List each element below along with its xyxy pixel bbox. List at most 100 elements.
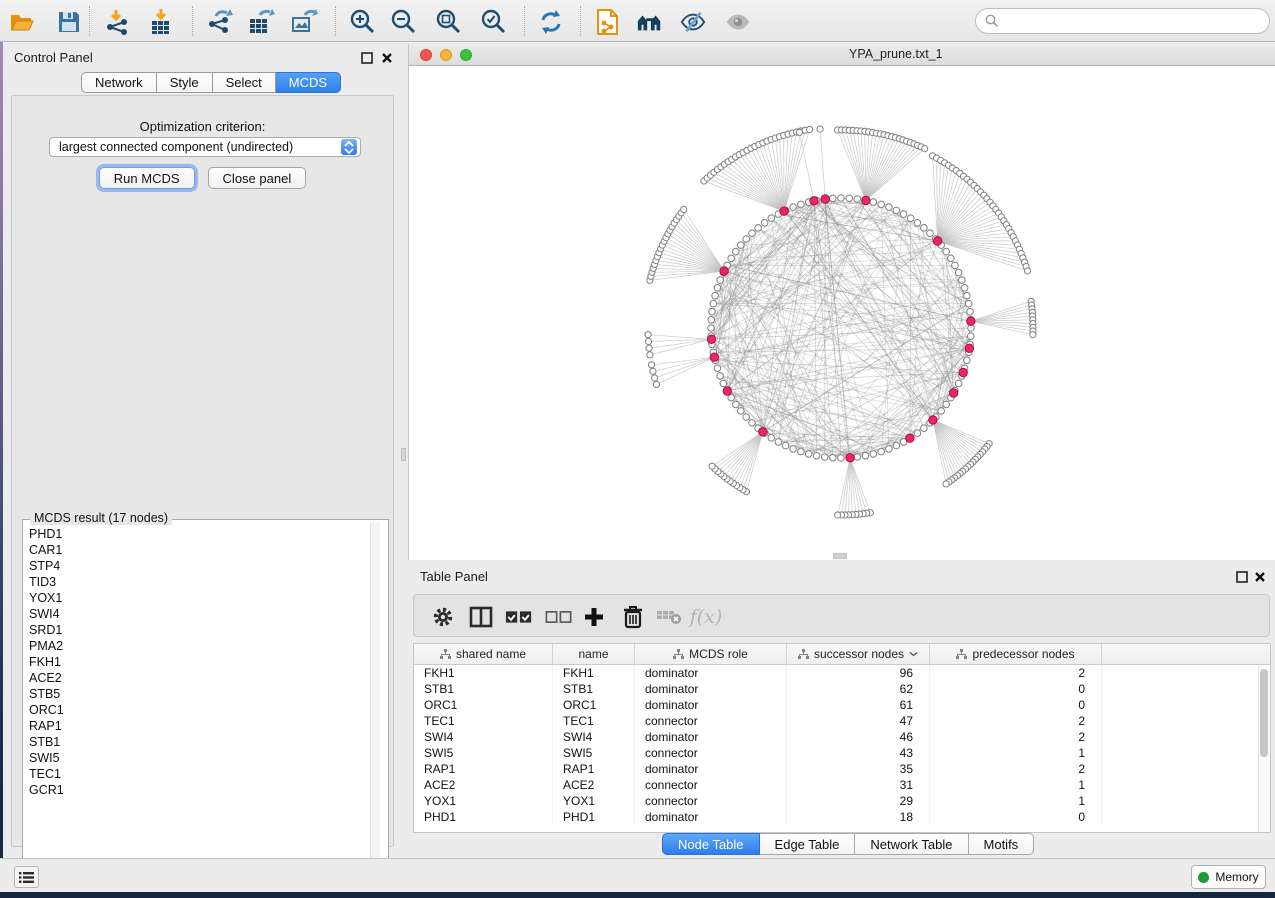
- mcds-result-item[interactable]: RAP1: [25, 718, 373, 734]
- zoom-in-icon[interactable]: [349, 8, 377, 36]
- task-history-button[interactable]: [14, 866, 39, 888]
- save-session-icon[interactable]: [55, 8, 83, 36]
- cell-predecessor-nodes: 0: [930, 697, 1102, 713]
- table-row-yox1[interactable]: YOX1YOX1connector291: [414, 793, 1270, 809]
- hide-selection-eye-icon[interactable]: [679, 8, 707, 36]
- table-options-gear-icon[interactable]: [429, 603, 457, 631]
- search-icon: [985, 14, 999, 28]
- mcds-result-item[interactable]: PMA2: [25, 638, 373, 654]
- network-canvas[interactable]: [409, 66, 1275, 560]
- tab-mcds[interactable]: MCDS: [276, 72, 341, 93]
- float-table-panel-icon[interactable]: [1236, 570, 1249, 583]
- column-layout-icon[interactable]: [467, 603, 495, 631]
- canvas-splitter-handle[interactable]: [833, 553, 847, 559]
- export-image-icon[interactable]: [290, 8, 318, 36]
- tab-network-table[interactable]: Network Table: [855, 833, 968, 855]
- table-row-rap1[interactable]: RAP1RAP1dominator352: [414, 761, 1270, 777]
- delete-table-icon[interactable]: [655, 603, 683, 631]
- mcds-result-item[interactable]: STP4: [25, 558, 373, 574]
- splitter-handle[interactable]: [401, 448, 406, 461]
- table-row-ace2[interactable]: ACE2ACE2connector311: [414, 777, 1270, 793]
- column-header-mcds-role[interactable]: MCDS role: [635, 644, 787, 664]
- show-all-eye-icon[interactable]: [724, 8, 752, 36]
- maximize-window-icon[interactable]: [460, 49, 472, 61]
- toolbar-separator: [89, 6, 90, 36]
- search-network-icon[interactable]: [636, 8, 664, 36]
- select-all-icon[interactable]: [505, 603, 533, 631]
- mcds-result-item[interactable]: CAR1: [25, 542, 373, 558]
- export-network-icon[interactable]: [206, 8, 234, 36]
- network-search-box[interactable]: [975, 8, 1270, 34]
- table-row-orc1[interactable]: ORC1ORC1dominator610: [414, 697, 1270, 713]
- mcds-result-item[interactable]: YOX1: [25, 590, 373, 606]
- tab-network[interactable]: Network: [81, 72, 157, 93]
- tab-select[interactable]: Select: [213, 72, 276, 93]
- close-window-icon[interactable]: [420, 49, 432, 61]
- vertical-splitter[interactable]: [400, 42, 408, 858]
- table-row-swi4[interactable]: SWI4SWI4dominator462: [414, 729, 1270, 745]
- tab-node-table[interactable]: Node Table: [662, 833, 760, 855]
- cell-shared-name: STB1: [414, 681, 553, 697]
- toolbar-separator: [524, 6, 525, 36]
- cell-shared-name: PHD1: [414, 809, 553, 825]
- share-document-icon[interactable]: [594, 8, 622, 36]
- mcds-result-item[interactable]: TEC1: [25, 766, 373, 782]
- export-table-icon[interactable]: [247, 8, 275, 36]
- criterion-select-value: largest connected component (undirected): [59, 140, 341, 154]
- tab-edge-table[interactable]: Edge Table: [760, 833, 856, 855]
- mcds-result-item[interactable]: ACE2: [25, 670, 373, 686]
- network-graph[interactable]: [409, 66, 1275, 560]
- zoom-selected-icon[interactable]: [480, 8, 508, 36]
- mcds-result-item[interactable]: TID3: [25, 574, 373, 590]
- function-builder-icon[interactable]: f(x): [692, 603, 720, 631]
- cell-shared-name: ACE2: [414, 777, 553, 793]
- tab-style[interactable]: Style: [157, 72, 213, 93]
- add-column-plus-icon[interactable]: [580, 603, 608, 631]
- mcds-result-item[interactable]: SWI5: [25, 750, 373, 766]
- mcds-result-item[interactable]: ORC1: [25, 702, 373, 718]
- column-header-name[interactable]: name: [553, 644, 635, 664]
- sort-desc-icon: [909, 651, 918, 657]
- mcds-result-item[interactable]: FKH1: [25, 654, 373, 670]
- minimize-window-icon[interactable]: [440, 49, 452, 61]
- zoom-fit-icon[interactable]: [435, 8, 463, 36]
- network-window-titlebar[interactable]: YPA_prune.txt_1: [409, 44, 1275, 66]
- zoom-out-icon[interactable]: [390, 8, 418, 36]
- open-file-icon[interactable]: [8, 8, 36, 36]
- mcds-result-item[interactable]: STB1: [25, 734, 373, 750]
- cell-predecessor-nodes: 1: [930, 777, 1102, 793]
- table-row-stb1[interactable]: STB1STB1dominator620: [414, 681, 1270, 697]
- mcds-result-item[interactable]: PHD1: [25, 526, 373, 542]
- table-scrollbar[interactable]: [1258, 666, 1269, 832]
- table-panel-title: Table Panel: [420, 569, 488, 584]
- close-panel-icon[interactable]: [381, 51, 394, 64]
- criterion-select[interactable]: largest connected component (undirected): [49, 137, 361, 157]
- close-table-panel-icon[interactable]: [1254, 570, 1267, 583]
- import-network-icon[interactable]: [104, 8, 132, 36]
- float-panel-icon[interactable]: [361, 51, 374, 64]
- delete-column-trash-icon[interactable]: [619, 603, 647, 631]
- column-header-successor-nodes[interactable]: successor nodes: [787, 644, 930, 664]
- table-row-tec1[interactable]: TEC1TEC1connector472: [414, 713, 1270, 729]
- deselect-all-icon[interactable]: [545, 603, 573, 631]
- result-list-scrollbar[interactable]: [370, 522, 380, 877]
- table-scrollbar-thumb[interactable]: [1260, 669, 1268, 757]
- close-panel-button[interactable]: Close panel: [208, 167, 307, 189]
- control-panel-tabs: NetworkStyleSelectMCDS: [81, 72, 341, 93]
- table-row-phd1[interactable]: PHD1PHD1dominator180: [414, 809, 1270, 825]
- column-header-predecessor-nodes[interactable]: predecessor nodes: [930, 644, 1102, 664]
- tab-motifs[interactable]: Motifs: [969, 833, 1035, 855]
- refresh-icon[interactable]: [537, 8, 565, 36]
- cell-name: ORC1: [553, 697, 635, 713]
- column-header-shared-name[interactable]: shared name: [414, 644, 553, 664]
- table-row-swi5[interactable]: SWI5SWI5connector431: [414, 745, 1270, 761]
- mcds-result-item[interactable]: GCR1: [25, 782, 373, 798]
- import-table-icon[interactable]: [147, 8, 175, 36]
- mcds-result-item[interactable]: STB5: [25, 686, 373, 702]
- memory-button[interactable]: Memory: [1191, 865, 1266, 889]
- table-row-fkh1[interactable]: FKH1FKH1dominator962: [414, 665, 1270, 681]
- search-input[interactable]: [1005, 14, 1255, 28]
- run-mcds-button[interactable]: Run MCDS: [99, 167, 195, 189]
- mcds-result-item[interactable]: SWI4: [25, 606, 373, 622]
- mcds-result-item[interactable]: SRD1: [25, 622, 373, 638]
